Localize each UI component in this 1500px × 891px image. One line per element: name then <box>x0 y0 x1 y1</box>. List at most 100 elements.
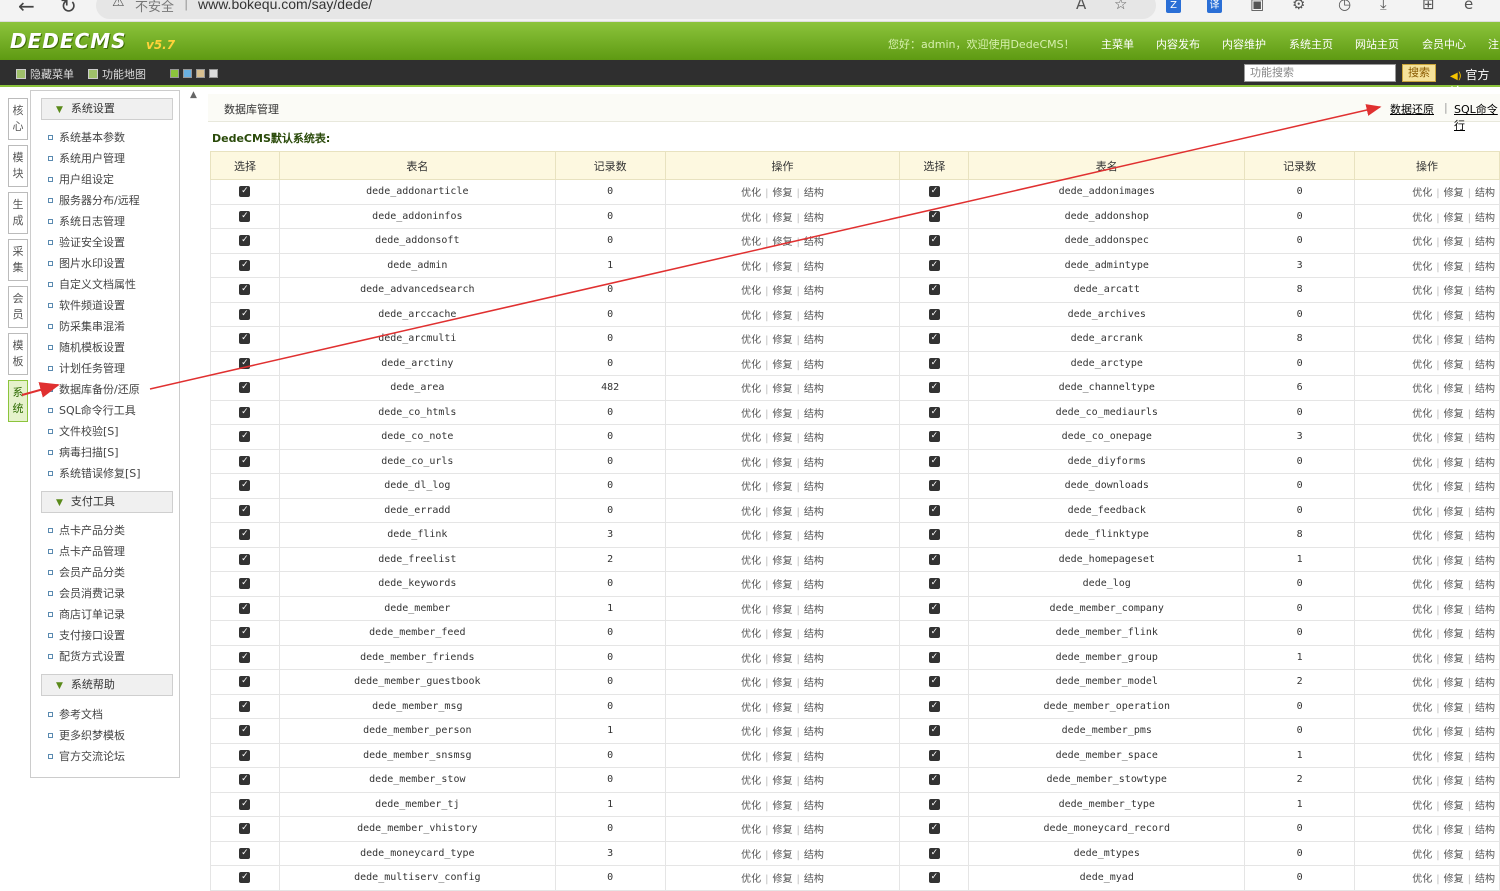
repair-link[interactable]: 修复 <box>1444 335 1464 346</box>
select-checkbox[interactable]: ✓ <box>928 847 940 859</box>
vtab-template[interactable]: 模板 <box>8 333 28 375</box>
select-checkbox[interactable]: ✓ <box>928 357 940 369</box>
repair-link[interactable]: 修复 <box>773 335 793 346</box>
structure-link[interactable]: 结构 <box>1475 605 1495 616</box>
sidebar-item[interactable]: 防采集串混淆 <box>48 318 125 334</box>
optimize-link[interactable]: 优化 <box>1412 850 1432 861</box>
repair-link[interactable]: 修复 <box>1444 654 1464 665</box>
select-checkbox[interactable]: ✓ <box>239 333 251 344</box>
optimize-link[interactable]: 优化 <box>741 237 761 248</box>
optimize-link[interactable]: 优化 <box>1412 556 1432 567</box>
repair-link[interactable]: 修复 <box>1444 311 1464 322</box>
structure-link[interactable]: 结构 <box>804 335 824 346</box>
repair-link[interactable]: 修复 <box>1444 482 1464 493</box>
sidebar-item[interactable]: 更多织梦模板 <box>48 727 125 743</box>
menu-publish[interactable]: 内容发布 <box>1156 36 1200 52</box>
structure-link[interactable]: 结构 <box>1475 752 1495 763</box>
repair-link[interactable]: 修复 <box>1444 188 1464 199</box>
structure-link[interactable]: 结构 <box>804 678 824 689</box>
screenshot-icon[interactable]: ▣ <box>1250 0 1264 13</box>
structure-link[interactable]: 结构 <box>1475 482 1495 493</box>
select-checkbox[interactable]: ✓ <box>928 259 940 271</box>
select-checkbox[interactable]: ✓ <box>928 480 940 491</box>
select-checkbox[interactable]: ✓ <box>239 480 251 491</box>
vtab-generate[interactable]: 生成 <box>8 192 28 234</box>
structure-link[interactable]: 结构 <box>1475 629 1495 640</box>
optimize-link[interactable]: 优化 <box>741 629 761 640</box>
select-checkbox[interactable]: ✓ <box>928 823 940 834</box>
repair-link[interactable]: 修复 <box>773 482 793 493</box>
ie-mode-icon[interactable]: e <box>1464 0 1473 13</box>
repair-link[interactable]: 修复 <box>1444 727 1464 738</box>
structure-link[interactable]: 结构 <box>1475 654 1495 665</box>
repair-link[interactable]: 修复 <box>773 262 793 273</box>
select-checkbox[interactable]: ✓ <box>239 676 251 687</box>
repair-link[interactable]: 修复 <box>1444 213 1464 224</box>
optimize-link[interactable]: 优化 <box>1412 311 1432 322</box>
sidebar-item[interactable]: 用户组设定 <box>48 171 114 187</box>
select-checkbox[interactable]: ✓ <box>239 774 251 785</box>
sidebar-item[interactable]: 点卡产品分类 <box>48 522 125 538</box>
extension-icon[interactable]: Z <box>1166 0 1181 13</box>
sidebar-item[interactable]: 自定义文档属性 <box>48 276 136 292</box>
repair-link[interactable]: 修复 <box>1444 703 1464 714</box>
structure-link[interactable]: 结构 <box>804 752 824 763</box>
select-checkbox[interactable]: ✓ <box>239 798 251 810</box>
optimize-link[interactable]: 优化 <box>1412 629 1432 640</box>
repair-link[interactable]: 修复 <box>1444 531 1464 542</box>
optimize-link[interactable]: 优化 <box>741 605 761 616</box>
repair-link[interactable]: 修复 <box>1444 874 1464 885</box>
vtab-system[interactable]: 系统 <box>8 380 28 422</box>
repair-link[interactable]: 修复 <box>1444 237 1464 248</box>
repair-link[interactable]: 修复 <box>773 727 793 738</box>
repair-link[interactable]: 修复 <box>773 360 793 371</box>
select-checkbox[interactable]: ✓ <box>928 186 940 197</box>
structure-link[interactable]: 结构 <box>1475 580 1495 591</box>
sidebar-item[interactable]: 系统用户管理 <box>48 150 125 166</box>
sidebar-item[interactable]: 会员消费记录 <box>48 585 125 601</box>
optimize-link[interactable]: 优化 <box>741 507 761 518</box>
structure-link[interactable]: 结构 <box>804 556 824 567</box>
repair-link[interactable]: 修复 <box>773 531 793 542</box>
optimize-link[interactable]: 优化 <box>1412 678 1432 689</box>
structure-link[interactable]: 结构 <box>1475 335 1495 346</box>
optimize-link[interactable]: 优化 <box>1412 654 1432 665</box>
optimize-link[interactable]: 优化 <box>741 384 761 395</box>
optimize-link[interactable]: 优化 <box>741 262 761 273</box>
repair-link[interactable]: 修复 <box>773 874 793 885</box>
select-checkbox[interactable]: ✓ <box>239 235 251 246</box>
optimize-link[interactable]: 优化 <box>741 311 761 322</box>
select-checkbox[interactable]: ✓ <box>928 431 940 442</box>
optimize-link[interactable]: 优化 <box>1412 433 1432 444</box>
optimize-link[interactable]: 优化 <box>741 678 761 689</box>
repair-link[interactable]: 修复 <box>773 752 793 763</box>
optimize-link[interactable]: 优化 <box>1412 825 1432 836</box>
repair-link[interactable]: 修复 <box>1444 433 1464 444</box>
skin-beige-icon[interactable] <box>196 69 205 78</box>
structure-link[interactable]: 结构 <box>1475 409 1495 420</box>
structure-link[interactable]: 结构 <box>804 580 824 591</box>
optimize-link[interactable]: 优化 <box>1412 262 1432 273</box>
structure-link[interactable]: 结构 <box>1475 776 1495 787</box>
optimize-link[interactable]: 优化 <box>1412 286 1432 297</box>
sidebar-item[interactable]: 商店订单记录 <box>48 606 125 622</box>
skin-gray-icon[interactable] <box>209 69 218 78</box>
sidebar-item[interactable]: 系统基本参数 <box>48 129 125 145</box>
structure-link[interactable]: 结构 <box>804 727 824 738</box>
structure-link[interactable]: 结构 <box>804 213 824 224</box>
structure-link[interactable]: 结构 <box>1475 360 1495 371</box>
repair-link[interactable]: 修复 <box>773 384 793 395</box>
optimize-link[interactable]: 优化 <box>1412 752 1432 763</box>
structure-link[interactable]: 结构 <box>804 801 824 812</box>
select-checkbox[interactable]: ✓ <box>239 529 251 540</box>
structure-link[interactable]: 结构 <box>804 311 824 322</box>
optimize-link[interactable]: 优化 <box>1412 727 1432 738</box>
optimize-link[interactable]: 优化 <box>741 409 761 420</box>
structure-link[interactable]: 结构 <box>804 482 824 493</box>
optimize-link[interactable]: 优化 <box>741 360 761 371</box>
sidebar-item[interactable]: 计划任务管理 <box>48 360 125 376</box>
optimize-link[interactable]: 优化 <box>741 825 761 836</box>
optimize-link[interactable]: 优化 <box>1412 409 1432 420</box>
structure-link[interactable]: 结构 <box>1475 703 1495 714</box>
sidebar-item[interactable]: 软件频道设置 <box>48 297 125 313</box>
